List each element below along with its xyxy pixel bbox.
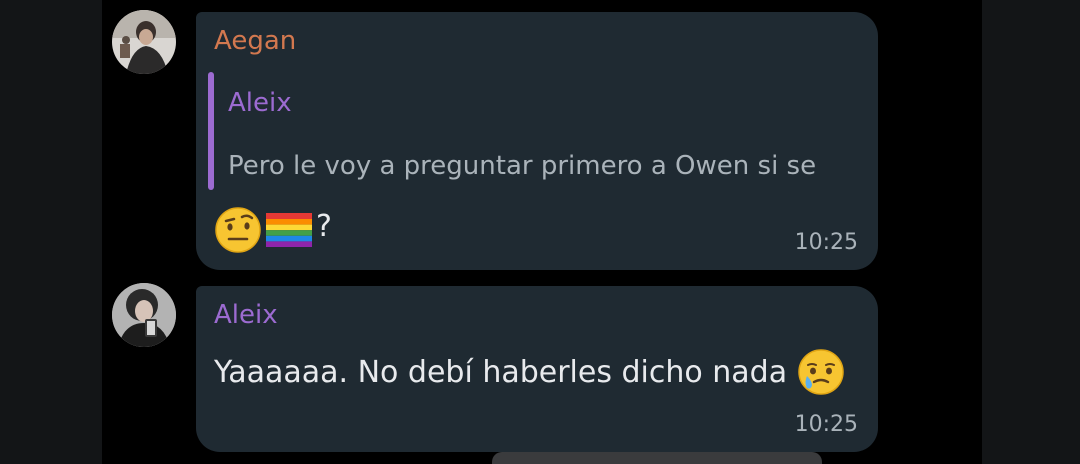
reply-author[interactable]: Aleix: [228, 88, 292, 118]
message-timestamp: 10:25: [794, 412, 858, 437]
rainbow-flag-emoji: [266, 213, 312, 247]
avatar-aleix[interactable]: [112, 283, 176, 347]
reply-quote-bar: [208, 72, 214, 190]
face-holding-back-tears-emoji: [798, 349, 844, 395]
message-content: ?: [214, 206, 332, 254]
reply-quote-text: Pero le voy a preguntar primero a Owen s…: [228, 151, 817, 181]
message-text: Yaaaaaa. No debí haberles dicho nada: [214, 354, 788, 390]
message-content: Yaaaaaa. No debí haberles dicho nada: [214, 348, 849, 396]
shared-image-preview[interactable]: [492, 452, 822, 464]
avatar-aegan[interactable]: [112, 10, 176, 74]
message-bubble-aegan[interactable]: Aegan Aleix Pero le voy a preguntar prim…: [196, 12, 878, 270]
message-timestamp: 10:25: [794, 230, 858, 255]
sender-name[interactable]: Aegan: [214, 26, 296, 56]
sender-name[interactable]: Aleix: [214, 300, 278, 330]
message-text: ?: [316, 208, 332, 244]
face-with-raised-eyebrow-emoji: [215, 207, 261, 253]
message-bubble-aleix[interactable]: Aleix Yaaaaaa. No debí haberles dicho na…: [196, 286, 878, 452]
reply-quote-text-container[interactable]: Pero le voy a preguntar primero a Owen s…: [228, 146, 848, 190]
